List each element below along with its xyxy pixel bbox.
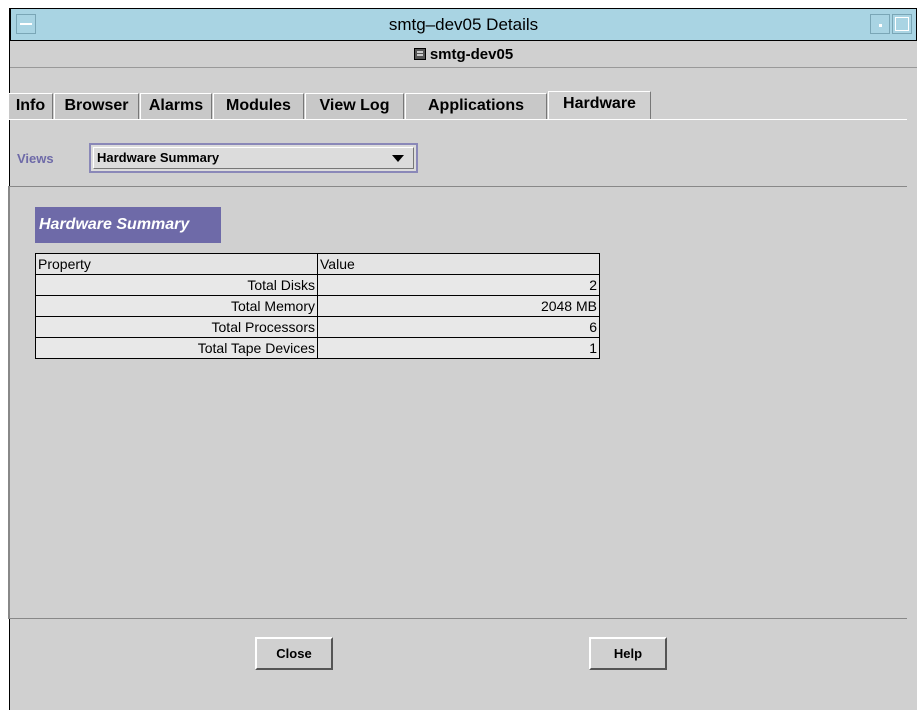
table-row[interactable]: Total Tape Devices 1 [35,337,600,359]
tab-divider [8,119,907,120]
value-cell: 2048 MB [317,295,600,317]
tab-alarms[interactable]: Alarms [140,93,212,119]
table-row[interactable]: Total Memory 2048 MB [35,295,600,317]
views-label: Views [17,151,54,166]
property-cell: Total Disks [35,274,318,296]
content-panel: Hardware Summary Property Value Total Di… [8,186,907,619]
maximize-icon[interactable] [892,14,912,34]
tab-hardware[interactable]: Hardware [548,91,651,120]
table-row[interactable]: Total Processors 6 [35,316,600,338]
close-button[interactable]: Close [255,637,333,670]
property-cell: Total Tape Devices [35,337,318,359]
chevron-down-icon[interactable] [392,155,404,162]
tab-info[interactable]: Info [8,93,53,119]
tab-view-log[interactable]: View Log [305,93,404,119]
views-selected-value: Hardware Summary [97,150,220,165]
window-title: smtg–dev05 Details [388,15,539,34]
table-row[interactable]: Total Disks 2 [35,274,600,296]
column-header-value[interactable]: Value [317,253,600,275]
hardware-table: Property Value Total Disks 2 Total Memor… [35,253,600,359]
title-bar[interactable]: smtg–dev05 Details [10,8,917,41]
table-header-row: Property Value [35,253,600,275]
host-name: smtg-dev05 [429,46,514,63]
minimize-icon[interactable] [870,14,890,34]
value-cell: 6 [317,316,600,338]
value-cell: 2 [317,274,600,296]
host-header: smtg-dev05 [10,42,917,68]
tab-applications[interactable]: Applications [405,93,547,119]
value-cell: 1 [317,337,600,359]
section-title: Hardware Summary [35,207,221,243]
views-dropdown[interactable]: Hardware Summary [89,143,418,173]
property-cell: Total Memory [35,295,318,317]
tab-browser[interactable]: Browser [54,93,139,119]
help-button[interactable]: Help [589,637,667,670]
column-header-property[interactable]: Property [35,253,318,275]
property-cell: Total Processors [35,316,318,338]
tab-modules[interactable]: Modules [213,93,304,119]
server-icon [413,48,426,60]
